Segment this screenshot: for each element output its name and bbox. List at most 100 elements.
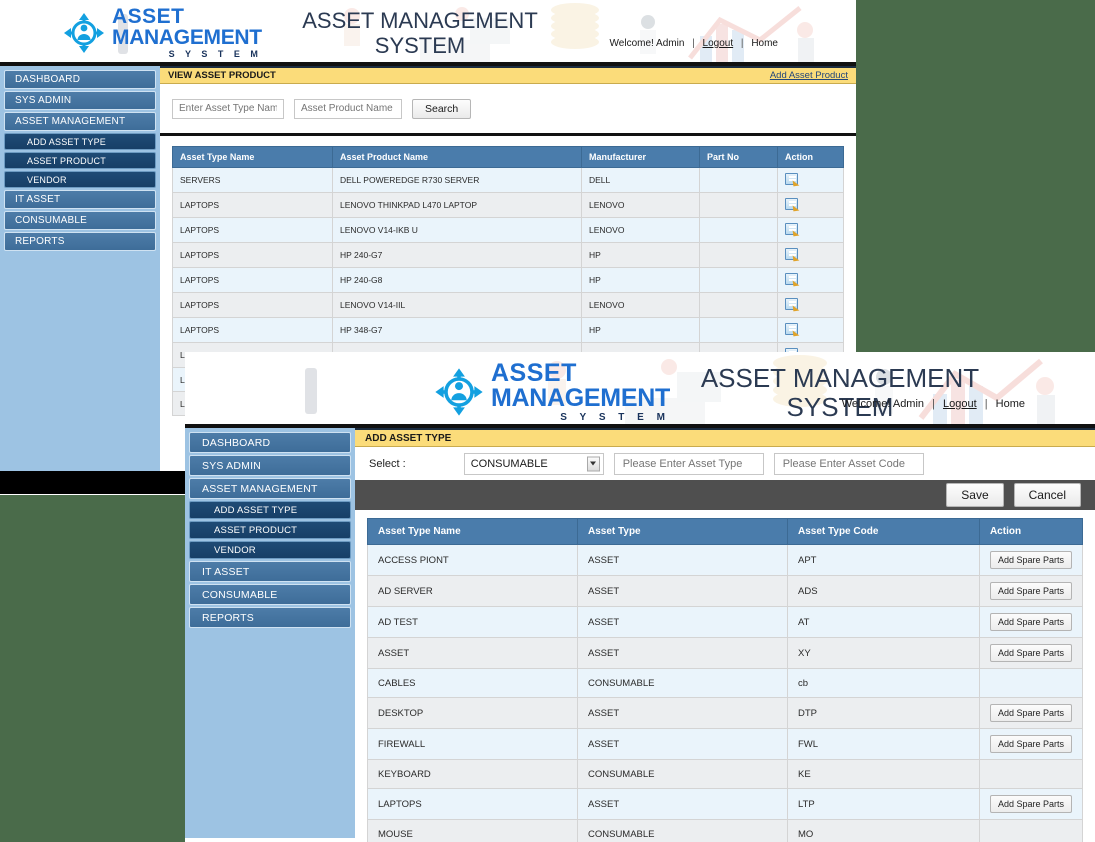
table-row: FIREWALL ASSET FWL Add Spare Parts	[367, 728, 1084, 760]
column-header-action: Action	[978, 518, 1084, 545]
add-spare-parts-button[interactable]: Add Spare Parts	[989, 551, 1072, 569]
sidebar-item-reports[interactable]: REPORTS	[189, 607, 351, 628]
cell-action: Add Spare Parts	[978, 637, 1084, 669]
table-row: MOUSE CONSUMABLE MO	[367, 819, 1084, 842]
main-content-front: ADD ASSET TYPE Select : CONSUMABLEASSET …	[355, 428, 1095, 842]
edit-icon[interactable]	[785, 323, 798, 335]
home-link[interactable]: Home	[751, 38, 778, 49]
table-row: ASSET ASSET XY Add Spare Parts	[367, 637, 1084, 669]
cell-type: LAPTOPS	[172, 192, 333, 218]
logout-link-front[interactable]: Logout	[943, 398, 977, 410]
home-link-front[interactable]: Home	[996, 398, 1025, 410]
sidebar-item-add-asset-type[interactable]: ADD ASSET TYPE	[189, 501, 351, 519]
add-spare-parts-button[interactable]: Add Spare Parts	[989, 735, 1072, 753]
cell-type: LAPTOPS	[172, 267, 333, 293]
sidebar-item-asset-product[interactable]: ASSET PRODUCT	[4, 152, 156, 169]
sidebar-item-label: SYS ADMIN	[202, 459, 261, 472]
cell-asset-type-name: MOUSE	[367, 819, 578, 842]
link-separator-4: |	[984, 398, 988, 410]
table-row: AD SERVER ASSET ADS Add Spare Parts	[367, 575, 1084, 607]
cell-action	[777, 317, 844, 343]
asset-type-select[interactable]: CONSUMABLEASSET	[463, 452, 604, 475]
table-row: LAPTOPS HP 240-G7 HP	[172, 242, 844, 268]
cancel-button[interactable]: Cancel	[1013, 483, 1081, 507]
add-spare-parts-button[interactable]: Add Spare Parts	[989, 613, 1072, 631]
sidebar-item-add-asset-type[interactable]: ADD ASSET TYPE	[4, 133, 156, 150]
asset-code-text-input[interactable]	[773, 452, 924, 475]
cell-manufacturer: LENOVO	[581, 192, 700, 218]
sidebar-item-reports[interactable]: REPORTS	[4, 232, 156, 251]
table-row: LAPTOPS ASSET LTP Add Spare Parts	[367, 788, 1084, 820]
sidebar-item-sys-admin[interactable]: SYS ADMIN	[4, 91, 156, 110]
search-button[interactable]: Search	[412, 98, 472, 119]
link-separator-2: |	[740, 38, 744, 49]
add-spare-parts-button[interactable]: Add Spare Parts	[989, 795, 1072, 813]
cell-part-no	[699, 317, 778, 343]
cell-part-no	[699, 192, 778, 218]
page-bar-back: VIEW ASSET PRODUCT Add Asset Product	[160, 66, 856, 84]
table-row: LAPTOPS LENOVO V14-IIL LENOVO	[172, 292, 844, 318]
logo-line-2: MANAGEMENT	[112, 26, 262, 49]
table-row: DESKTOP ASSET DTP Add Spare Parts	[367, 697, 1084, 729]
cell-action	[777, 242, 844, 268]
sidebar-item-consumable[interactable]: CONSUMABLE	[189, 584, 351, 605]
cell-asset-type-name: FIREWALL	[367, 728, 578, 760]
app-logo-front: ASSET MANAGEMENT S Y S T E M	[433, 361, 670, 423]
cell-manufacturer: LENOVO	[581, 292, 700, 318]
sidebar-item-dashboard[interactable]: DASHBOARD	[189, 432, 351, 453]
sidebar-item-label: ASSET MANAGEMENT	[202, 482, 318, 495]
edit-icon[interactable]	[785, 173, 798, 185]
sidebar-item-asset-management[interactable]: ASSET MANAGEMENT	[4, 112, 156, 131]
cell-asset-type-name: KEYBOARD	[367, 759, 578, 789]
sidebar-item-asset-product[interactable]: ASSET PRODUCT	[189, 521, 351, 539]
sidebar-item-sys-admin[interactable]: SYS ADMIN	[189, 455, 351, 476]
sidebar-item-label: CONSUMABLE	[202, 588, 278, 601]
asset-type-text-input[interactable]	[613, 452, 764, 475]
sidebar-item-it-asset[interactable]: IT ASSET	[4, 190, 156, 209]
cell-asset-type-code: LTP	[787, 788, 980, 820]
cell-asset-type: ASSET	[577, 728, 788, 760]
sidebar-item-consumable[interactable]: CONSUMABLE	[4, 211, 156, 230]
edit-icon[interactable]	[785, 223, 798, 235]
asset-type-select-wrap[interactable]: CONSUMABLEASSET	[463, 452, 604, 475]
logo-line-2-front: MANAGEMENT	[491, 384, 670, 412]
page-title: ASSET MANAGEMENT SYSTEM	[302, 8, 538, 58]
sidebar-item-label: REPORTS	[202, 611, 254, 624]
asset-type-name-input[interactable]	[172, 98, 284, 119]
edit-icon[interactable]	[785, 298, 798, 310]
add-spare-parts-button[interactable]: Add Spare Parts	[989, 644, 1072, 662]
sidebar-item-it-asset[interactable]: IT ASSET	[189, 561, 351, 582]
cell-type: LAPTOPS	[172, 292, 333, 318]
add-asset-type-form: Select : CONSUMABLEASSET	[355, 447, 1095, 480]
cell-asset-type-code: KE	[787, 759, 980, 789]
cell-asset-type-code: APT	[787, 544, 980, 576]
sidebar-item-asset-management[interactable]: ASSET MANAGEMENT	[189, 478, 351, 499]
edit-icon[interactable]	[785, 198, 798, 210]
edit-icon[interactable]	[785, 248, 798, 260]
table-header-row-front: Asset Type Name Asset Type Asset Type Code…	[367, 518, 1084, 545]
cell-action: Add Spare Parts	[978, 606, 1084, 638]
asset-management-logo-icon-front	[435, 368, 483, 416]
table-row: LAPTOPS HP 240-G8 HP	[172, 267, 844, 293]
table-row: KEYBOARD CONSUMABLE KE	[367, 759, 1084, 789]
sidebar-item-vendor[interactable]: VENDOR	[4, 171, 156, 188]
asset-product-name-input[interactable]	[294, 98, 402, 119]
cell-manufacturer: HP	[581, 242, 700, 268]
search-panel: Search	[160, 84, 856, 136]
cell-type: LAPTOPS	[172, 217, 333, 243]
cell-asset-type: ASSET	[577, 788, 788, 820]
add-asset-product-link[interactable]: Add Asset Product	[770, 70, 848, 81]
welcome-text: Welcome! Admin	[609, 38, 685, 49]
sidebar-item-label: ASSET PRODUCT	[214, 524, 298, 536]
edit-icon[interactable]	[785, 273, 798, 285]
add-spare-parts-button[interactable]: Add Spare Parts	[989, 704, 1072, 722]
add-spare-parts-button[interactable]: Add Spare Parts	[989, 582, 1072, 600]
column-header-asset-type-name: Asset Type Name	[172, 146, 333, 168]
logout-link[interactable]: Logout	[703, 38, 734, 49]
sidebar-item-dashboard[interactable]: DASHBOARD	[4, 70, 156, 89]
sidebar-item-vendor[interactable]: VENDOR	[189, 541, 351, 559]
save-button[interactable]: Save	[946, 483, 1004, 507]
cell-part-no	[699, 242, 778, 268]
cell-product: DELL POWEREDGE R730 SERVER	[332, 167, 582, 193]
sidebar-item-label: CONSUMABLE	[15, 215, 88, 226]
